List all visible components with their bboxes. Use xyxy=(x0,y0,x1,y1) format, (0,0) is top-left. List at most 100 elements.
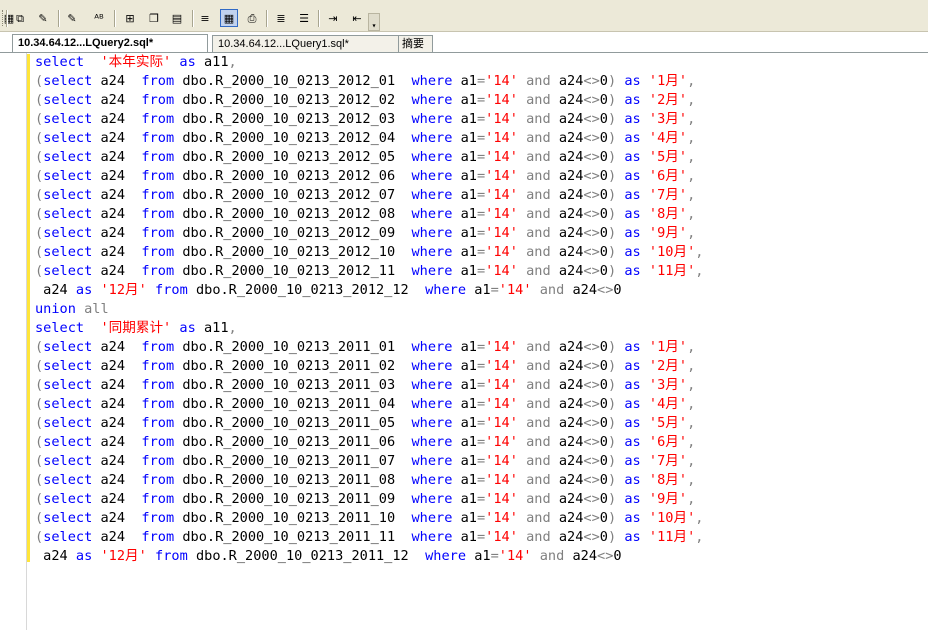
tab-label: 10.34.64.12...LQuery1.sql* xyxy=(218,38,349,50)
code-token: where xyxy=(411,510,453,526)
toolbar-separator xyxy=(318,10,320,27)
code-line[interactable]: (select a24 from dbo.R_2000_10_0213_2011… xyxy=(35,452,703,471)
code-token: dbo.R_2000_10_0213_2012_08 xyxy=(174,206,412,222)
results-file-icon[interactable]: ⎙ xyxy=(243,9,261,27)
code-line[interactable]: (select a24 from dbo.R_2000_10_0213_2011… xyxy=(35,376,703,395)
code-token: a24 xyxy=(550,263,584,279)
code-line[interactable]: (select a24 from dbo.R_2000_10_0213_2011… xyxy=(35,433,703,452)
code-token: ( xyxy=(35,73,44,89)
code-token: a24 xyxy=(92,377,142,393)
results-grid-icon[interactable]: ▦ xyxy=(220,9,238,27)
code-line[interactable]: (select a24 from dbo.R_2000_10_0213_2012… xyxy=(35,186,703,205)
toolbar-overflow-chevron-icon[interactable]: ▾ xyxy=(368,13,380,31)
code-line[interactable]: (select a24 from dbo.R_2000_10_0213_2011… xyxy=(35,414,703,433)
code-token: '14' xyxy=(485,111,518,127)
code-token: '14' xyxy=(485,529,518,545)
edit-icon[interactable]: ✎ xyxy=(63,9,81,27)
tab-lquery1[interactable]: 10.34.64.12...LQuery1.sql* xyxy=(212,35,400,52)
code-line[interactable]: (select a24 from dbo.R_2000_10_0213_2012… xyxy=(35,148,703,167)
code-token: select xyxy=(43,472,93,488)
outdent-icon[interactable]: ⇤ xyxy=(348,9,366,27)
code-line[interactable]: select '同期累计' as a11, xyxy=(35,319,703,338)
code-token: '14' xyxy=(485,453,518,469)
code-line[interactable]: (select a24 from dbo.R_2000_10_0213_2011… xyxy=(35,395,703,414)
window-icon[interactable]: ❐ xyxy=(145,9,163,27)
code-token: '10月' xyxy=(648,510,696,526)
code-token: a24 xyxy=(550,225,584,241)
code-line[interactable]: (select a24 from dbo.R_2000_10_0213_2012… xyxy=(35,91,703,110)
code-line[interactable]: (select a24 from dbo.R_2000_10_0213_2011… xyxy=(35,338,703,357)
code-token: , xyxy=(687,130,696,146)
code-token: a1 xyxy=(452,130,477,146)
code-area[interactable]: select '本年实际' as a11, (select a24 from db… xyxy=(35,53,703,566)
code-line[interactable]: (select a24 from dbo.R_2000_10_0213_2011… xyxy=(35,528,703,547)
code-token: ( xyxy=(35,415,44,431)
code-line[interactable]: (select a24 from dbo.R_2000_10_0213_2012… xyxy=(35,224,703,243)
code-token: = xyxy=(476,263,486,279)
code-line[interactable]: (select a24 from dbo.R_2000_10_0213_2012… xyxy=(35,110,703,129)
code-token: dbo.R_2000_10_0213_2012_10 xyxy=(174,244,412,260)
query-options-icon[interactable]: ⊞ xyxy=(121,9,139,27)
toolbar-separator xyxy=(114,10,116,27)
code-line[interactable]: a24 as '12月' from dbo.R_2000_10_0213_201… xyxy=(35,281,703,300)
code-line[interactable]: (select a24 from dbo.R_2000_10_0213_2012… xyxy=(35,72,703,91)
comment-icon[interactable]: ≣ xyxy=(272,9,290,27)
code-token: '4月' xyxy=(648,130,688,146)
code-token: ( xyxy=(35,263,44,279)
code-token: 0 xyxy=(599,73,608,89)
code-line[interactable]: a24 as '12月' from dbo.R_2000_10_0213_201… xyxy=(35,547,703,566)
code-token: ( xyxy=(35,453,44,469)
code-line[interactable]: (select a24 from dbo.R_2000_10_0213_2011… xyxy=(35,509,703,528)
code-line[interactable]: (select a24 from dbo.R_2000_10_0213_2012… xyxy=(35,205,703,224)
code-token: = xyxy=(490,282,499,298)
code-token: a1 xyxy=(452,92,477,108)
sort-az-icon[interactable]: ᴬᴮ xyxy=(90,9,108,27)
code-token: '2月' xyxy=(648,358,688,374)
display-plan-icon[interactable]: ⧉ xyxy=(11,9,29,27)
results-text-icon[interactable]: ≡ xyxy=(196,9,214,27)
uncomment-icon[interactable]: ☰ xyxy=(295,9,313,27)
code-line[interactable]: (select a24 from dbo.R_2000_10_0213_2012… xyxy=(35,262,703,281)
tab-lquery2[interactable]: 10.34.64.12...LQuery2.sql* xyxy=(12,34,208,52)
code-token: and xyxy=(526,510,551,526)
code-line[interactable]: (select a24 from dbo.R_2000_10_0213_2012… xyxy=(35,243,703,262)
code-line[interactable]: (select a24 from dbo.R_2000_10_0213_2011… xyxy=(35,357,703,376)
code-line[interactable]: (select a24 from dbo.R_2000_10_0213_2011… xyxy=(35,490,703,509)
code-token: from xyxy=(141,529,175,545)
code-token: , xyxy=(695,244,704,260)
code-line[interactable]: union all xyxy=(35,300,703,319)
indent-icon[interactable]: ⇥ xyxy=(324,9,342,27)
code-token: <> xyxy=(597,548,614,564)
code-line[interactable]: (select a24 from dbo.R_2000_10_0213_2012… xyxy=(35,129,703,148)
tab-summary[interactable]: 摘要 xyxy=(398,35,433,52)
code-token: ( xyxy=(35,244,44,260)
code-token: a24 xyxy=(92,73,142,89)
message-icon[interactable]: ▤ xyxy=(168,9,186,27)
code-token: ( xyxy=(35,377,44,393)
code-token: <> xyxy=(583,187,600,203)
code-token: a1 xyxy=(452,396,477,412)
code-token: select xyxy=(43,396,93,412)
code-line[interactable]: (select a24 from dbo.R_2000_10_0213_2012… xyxy=(35,167,703,186)
code-token: a24 xyxy=(92,472,142,488)
code-token: , xyxy=(687,225,696,241)
code-token: 0 xyxy=(599,130,608,146)
code-token: a24 xyxy=(92,529,142,545)
code-token: select xyxy=(43,377,93,393)
query-editor[interactable]: select '本年实际' as a11, (select a24 from db… xyxy=(0,53,928,630)
code-token: a24 xyxy=(35,282,76,298)
code-token: '1月' xyxy=(648,73,688,89)
code-line[interactable]: select '本年实际' as a11, xyxy=(35,53,703,72)
edit-icon[interactable]: ✎ xyxy=(34,9,52,27)
code-token: '14' xyxy=(485,225,518,241)
code-token: , xyxy=(687,187,696,203)
code-token: '2月' xyxy=(648,92,688,108)
code-token: , xyxy=(228,54,237,70)
code-token: <> xyxy=(583,111,600,127)
code-line[interactable]: (select a24 from dbo.R_2000_10_0213_2011… xyxy=(35,471,703,490)
